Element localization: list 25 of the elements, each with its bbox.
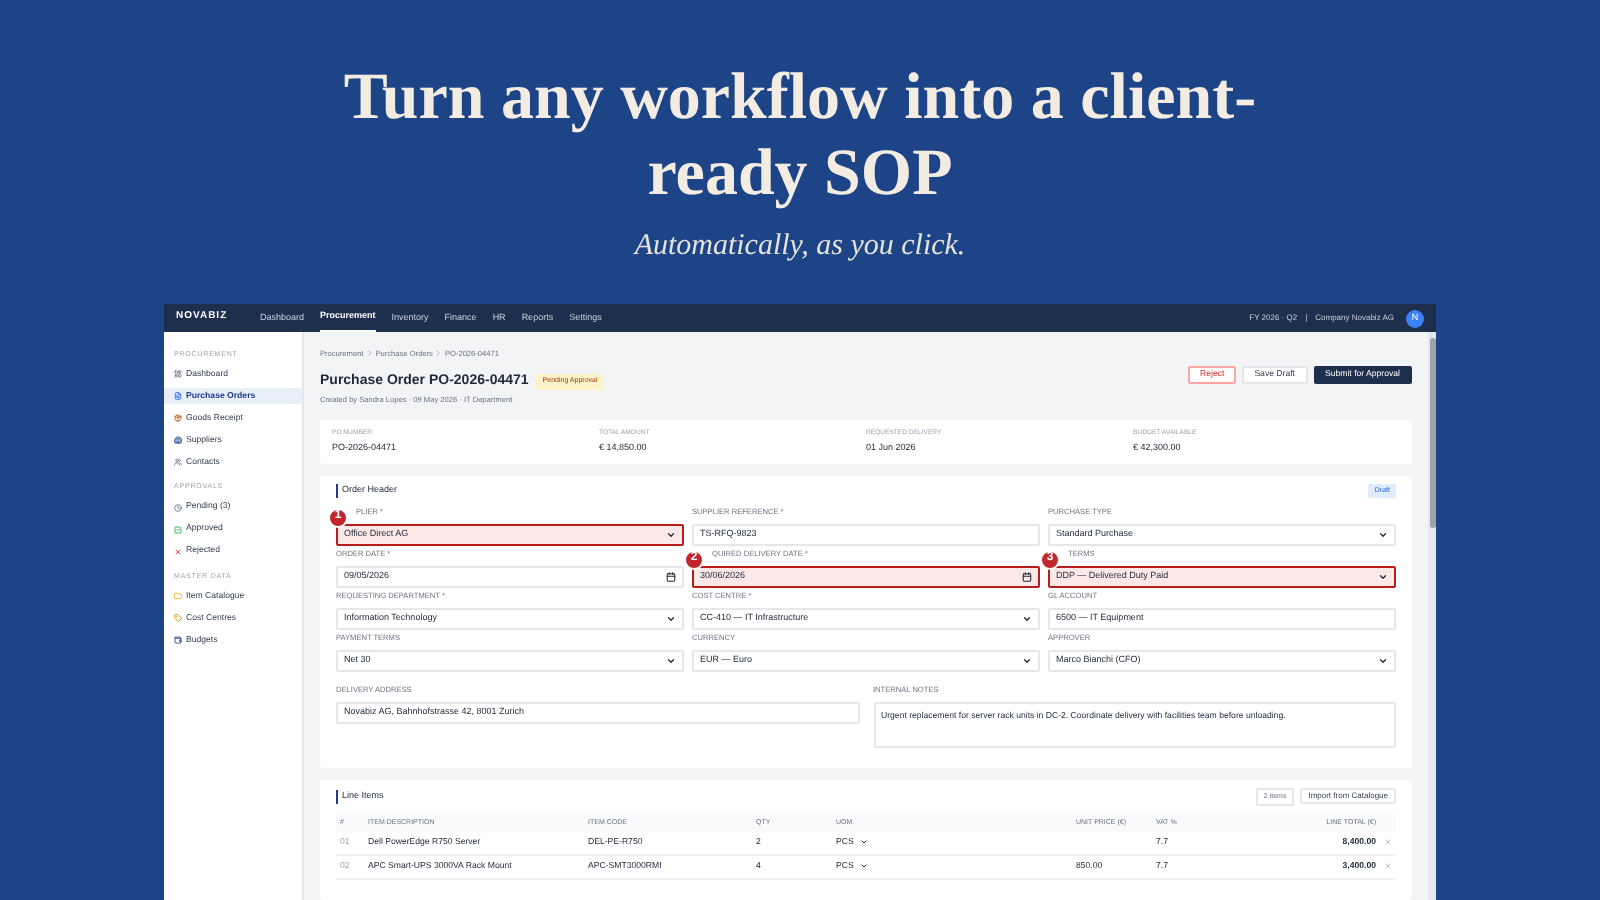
chevron-down-icon	[666, 655, 676, 666]
chevron-down-icon	[666, 613, 676, 624]
chevron-down-icon	[1378, 571, 1388, 582]
chevron-down-icon	[666, 529, 676, 540]
sidebar-item-icon	[174, 613, 182, 622]
hero-title: Turn any workflow into a client-ready SOP	[341, 60, 1259, 212]
chevron-down-icon	[1378, 655, 1388, 666]
sidebar-item-icon	[174, 392, 182, 401]
sidebar-item-icon	[174, 525, 182, 533]
sidebar-item-icon	[174, 591, 182, 600]
breadcrumb-separator-icon	[367, 350, 372, 356]
sidebar-item-icon	[174, 436, 182, 445]
chevron-down-icon	[1022, 655, 1032, 666]
sidebar-item-icon	[174, 503, 182, 511]
sidebar-item-icon	[174, 458, 182, 467]
chevron-down-icon	[1378, 529, 1388, 540]
scrollbar[interactable]	[1428, 332, 1436, 900]
calendar-icon	[666, 571, 676, 582]
sidebar-item-icon	[174, 370, 182, 379]
sidebar-item-icon	[174, 635, 182, 644]
chevron-down-icon	[1022, 613, 1032, 624]
breadcrumb-separator-icon	[436, 350, 441, 356]
sidebar-item-icon	[174, 414, 182, 423]
hero-subtitle: Automatically, as you click.	[634, 228, 966, 266]
calendar-icon	[1022, 571, 1032, 582]
